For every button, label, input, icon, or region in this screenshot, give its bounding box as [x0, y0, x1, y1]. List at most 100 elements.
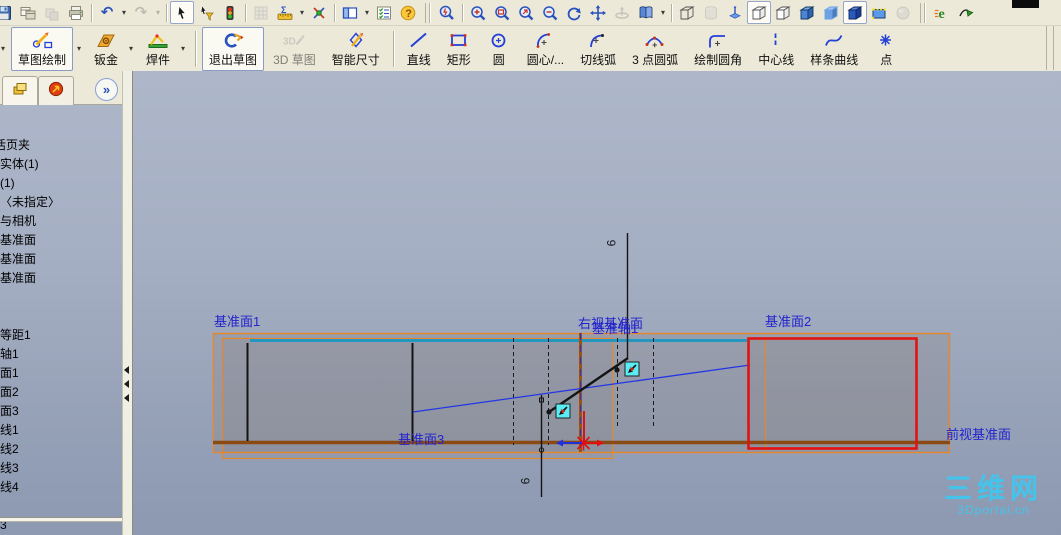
tree-item[interactable]: 活页夹	[0, 136, 121, 155]
smart-dimension-button[interactable]: 智能尺寸	[325, 27, 387, 71]
tree-item[interactable]: 与相机	[0, 212, 121, 231]
label-axis1[interactable]: 基准轴1	[592, 322, 638, 335]
tree-item[interactable]: 基准面	[0, 250, 121, 269]
centerpoint-arc-button[interactable]: 圆心/...	[520, 27, 571, 71]
standard-views-icon[interactable]	[634, 1, 658, 24]
tree-item[interactable]: 基准面	[0, 231, 121, 250]
traffic-light-icon[interactable]	[218, 1, 242, 24]
relation-icon-1[interactable]	[555, 403, 571, 419]
splitter-collapse-arrows-icon[interactable]	[123, 360, 129, 402]
save-icon[interactable]	[0, 1, 16, 24]
display-style-icon[interactable]	[843, 1, 867, 24]
circle-label: 圆	[492, 52, 505, 67]
shaded-icon[interactable]	[819, 1, 843, 24]
tree-item[interactable]: 等距1	[0, 326, 121, 345]
panel-splitter-horizontal[interactable]	[0, 517, 122, 522]
zoom-in-out-icon[interactable]	[466, 1, 490, 24]
tree-item[interactable]: 〈未指定〉	[0, 193, 121, 212]
plane2-face[interactable]	[748, 338, 917, 449]
standard-views-dropdown[interactable]: ▾	[658, 8, 668, 17]
select-icon[interactable]	[170, 1, 194, 24]
three-point-arc-button[interactable]: 3 点圆弧	[625, 27, 685, 71]
sheet-metal-button[interactable]: 钣金	[87, 27, 125, 71]
flyout-dropdown[interactable]: ▾	[0, 44, 8, 53]
sheet-metal-dropdown[interactable]: ▾	[126, 44, 136, 53]
label-plane1[interactable]: 基准面1	[214, 315, 260, 328]
tree-item[interactable]: (1)	[0, 174, 121, 193]
centerline-label: 中心线	[758, 52, 795, 67]
measure-dropdown[interactable]: ▾	[297, 8, 307, 17]
graphics-area[interactable]: 基准面1 右视基准面 基准轴1 基准面2 基准面3 前视基准面 6 6 三维网 …	[0, 71, 1061, 535]
feature-manager-tab[interactable]	[2, 76, 38, 105]
centerline-button[interactable]: 中心线	[751, 27, 801, 71]
hidden-lines-visible-icon[interactable]	[747, 1, 771, 24]
tree-item[interactable]: 轴1	[0, 345, 121, 364]
property-manager-tab[interactable]	[38, 76, 74, 105]
tree-item[interactable]: 线3	[0, 459, 121, 478]
weldments-button[interactable]: 焊件	[139, 27, 177, 71]
panel-splitter-vertical[interactable]	[122, 71, 133, 535]
selection-filter-icon[interactable]	[194, 1, 218, 24]
weldment-icon	[146, 32, 170, 54]
label-plane3[interactable]: 基准面3	[398, 433, 444, 446]
zoom-to-fit-icon[interactable]	[435, 1, 459, 24]
edrawings-icon[interactable]: e	[930, 1, 954, 24]
edrawings-publish-icon[interactable]	[954, 1, 978, 24]
shaded-with-edges-icon[interactable]	[795, 1, 819, 24]
undo-icon[interactable]: ↶	[95, 1, 119, 24]
sketch-button[interactable]: 草图绘制	[11, 26, 74, 71]
redo-dropdown[interactable]: ▾	[153, 8, 163, 17]
circle-button[interactable]: 圆	[480, 27, 518, 71]
viewports-icon[interactable]	[16, 1, 40, 24]
view-panels-icon[interactable]	[338, 1, 362, 24]
rectangle-icon	[447, 32, 471, 54]
mass-properties-icon[interactable]	[307, 1, 331, 24]
help-icon[interactable]: ?	[396, 1, 420, 24]
redo-icon: ↷	[134, 3, 148, 21]
measure-icon[interactable]: Σ	[273, 1, 297, 24]
panel-expand-button[interactable]: »	[95, 78, 118, 101]
point-label: 点	[880, 52, 893, 67]
zoom-area-icon[interactable]	[490, 1, 514, 24]
temporary-axes-icon[interactable]	[723, 1, 747, 24]
three-point-arc-label: 3 点圆弧	[632, 52, 679, 67]
relation-icon-2[interactable]	[624, 361, 640, 377]
print-icon[interactable]	[64, 1, 88, 24]
toolbar-grip[interactable]	[1046, 26, 1054, 70]
section-view-icon[interactable]	[867, 1, 891, 24]
sketch-fillet-button[interactable]: 绘制圆角	[687, 27, 749, 71]
exit-sketch-button[interactable]: 退出草图	[202, 26, 265, 71]
tree-item[interactable]: 面2	[0, 383, 121, 402]
tree-item[interactable]: 线4	[0, 478, 121, 497]
zoom-out-icon[interactable]	[538, 1, 562, 24]
sheet-metal-icon	[94, 32, 118, 54]
options-list-icon[interactable]	[372, 1, 396, 24]
dimension-top[interactable]: 6	[604, 240, 618, 247]
tree-item[interactable]: 面1	[0, 364, 121, 383]
label-plane2[interactable]: 基准面2	[765, 315, 811, 328]
label-front-plane[interactable]: 前视基准面	[946, 428, 1011, 441]
feature-manager-icon	[12, 81, 28, 102]
wireframe-icon[interactable]	[675, 1, 699, 24]
undo-dropdown[interactable]: ▾	[119, 8, 129, 17]
rotate-view-icon[interactable]	[562, 1, 586, 24]
weldments-dropdown[interactable]: ▾	[178, 44, 188, 53]
sketch-dropdown[interactable]: ▾	[74, 44, 84, 53]
zoom-to-selection-icon[interactable]	[514, 1, 538, 24]
tree-item[interactable]: 线2	[0, 440, 121, 459]
point-button[interactable]: 点	[867, 27, 905, 71]
tree-item[interactable]: 线1	[0, 421, 121, 440]
view-panels-dropdown[interactable]: ▾	[362, 8, 372, 17]
tangent-arc-button[interactable]: 切线弧	[573, 27, 623, 71]
dimension-bottom[interactable]: 6	[518, 478, 532, 485]
spline-button[interactable]: 样条曲线	[803, 27, 865, 71]
sheet-metal-label: 钣金	[94, 52, 119, 67]
hidden-lines-removed-icon[interactable]	[771, 1, 795, 24]
feature-tree: 活页夹 实体(1) (1) 〈未指定〉 与相机 基准面 基准面 基准面 等距1 轴1 面1 面2 面3 线…	[0, 136, 121, 535]
tree-item[interactable]: 面3	[0, 402, 121, 421]
line-button[interactable]: 直线	[400, 27, 438, 71]
tree-item[interactable]: 基准面	[0, 269, 121, 288]
tree-item[interactable]: 实体(1)	[0, 155, 121, 174]
rectangle-button[interactable]: 矩形	[440, 27, 478, 71]
pan-icon[interactable]	[586, 1, 610, 24]
